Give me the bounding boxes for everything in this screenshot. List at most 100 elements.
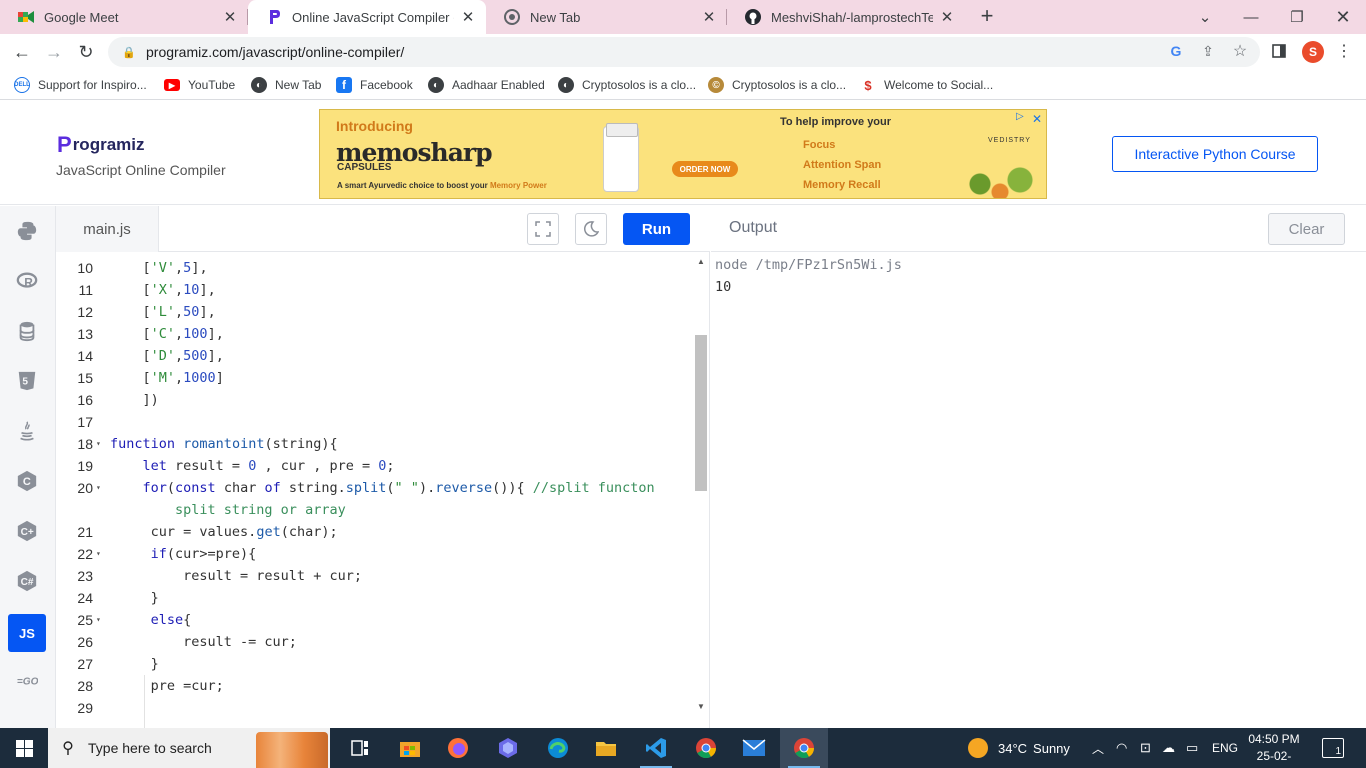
windows-start-icon[interactable] bbox=[0, 728, 48, 768]
cpp-icon[interactable]: C+ bbox=[8, 512, 46, 550]
fold-arrow-icon[interactable]: ▾ bbox=[96, 609, 101, 631]
code-line[interactable]: split string or array bbox=[56, 499, 696, 521]
js-icon[interactable]: JS bbox=[8, 614, 46, 652]
programiz-logo[interactable]: P rogramiz bbox=[57, 132, 144, 158]
code-line[interactable]: 17 bbox=[56, 411, 696, 433]
taskbar-search-box[interactable]: ⚲ Type here to search bbox=[48, 728, 330, 768]
code-line[interactable]: 12 ['L',50], bbox=[56, 301, 696, 323]
google-translate-icon[interactable]: G bbox=[1167, 42, 1185, 60]
code-line[interactable]: 11 ['X',10], bbox=[56, 279, 696, 301]
tab-google-meet[interactable]: Google Meet ✕ bbox=[0, 0, 248, 34]
code-line[interactable]: 14 ['D',500], bbox=[56, 345, 696, 367]
java-icon[interactable] bbox=[8, 412, 46, 450]
ad-order-button[interactable]: ORDER NOW bbox=[672, 161, 738, 177]
code-line[interactable]: 26 result -= cur; bbox=[56, 631, 696, 653]
bookmark-item[interactable]: ◐ Cryptosolos is a clo... bbox=[558, 76, 696, 94]
share-icon[interactable]: ⇪ bbox=[1199, 42, 1217, 60]
code-editor[interactable]: 10 ['V',5], 11 ['X',10], 12 ['L',50], 13 ['… bbox=[56, 252, 710, 728]
microsoft-store-icon[interactable] bbox=[386, 728, 434, 768]
file-tab-main-js[interactable]: main.js bbox=[56, 206, 159, 252]
clock[interactable]: 04:50 PM 25-02-2023 bbox=[1244, 731, 1304, 768]
back-arrow-icon[interactable]: ← bbox=[8, 38, 36, 66]
run-button[interactable]: Run bbox=[623, 213, 690, 245]
fullscreen-icon[interactable] bbox=[527, 213, 559, 245]
battery-icon[interactable]: ▭ bbox=[1186, 728, 1198, 768]
code-line[interactable]: 20 ▾ for(const char of string.split(" ").… bbox=[56, 477, 696, 499]
interactive-python-course-button[interactable]: Interactive Python Course bbox=[1112, 136, 1318, 172]
profile-avatar[interactable]: S bbox=[1302, 41, 1324, 63]
bookmark-item[interactable]: DELL Support for Inspiro... bbox=[14, 76, 147, 94]
code-line[interactable]: 27 } bbox=[56, 653, 696, 675]
code-line[interactable]: 10 ['V',5], bbox=[56, 257, 696, 279]
minimize-icon[interactable]: — bbox=[1228, 0, 1274, 34]
forward-arrow-icon[interactable]: → bbox=[40, 38, 68, 66]
csharp-icon[interactable]: C# bbox=[8, 562, 46, 600]
advertisement-banner[interactable]: Introducing memosharp CAPSULES A smart A… bbox=[319, 109, 1047, 199]
fold-arrow-icon[interactable]: ▾ bbox=[96, 477, 101, 499]
adchoices-icon[interactable]: ▷ bbox=[1016, 111, 1024, 122]
scroll-up-arrow-icon[interactable]: ▲ bbox=[696, 257, 706, 266]
code-line[interactable]: 16 ]) bbox=[56, 389, 696, 411]
clear-button[interactable]: Clear bbox=[1268, 213, 1345, 245]
code-line[interactable]: 15 ['M',1000] bbox=[56, 367, 696, 389]
network-icon[interactable]: ◠ bbox=[1116, 728, 1127, 768]
task-view-icon[interactable] bbox=[336, 728, 384, 768]
kebab-menu-icon[interactable]: ⋮ bbox=[1335, 42, 1353, 60]
copilot-app-icon[interactable] bbox=[484, 728, 532, 768]
code-line[interactable]: 29 bbox=[56, 697, 696, 719]
tab-search-chevron-icon[interactable]: ⌄ bbox=[1182, 0, 1228, 34]
meet-now-icon[interactable]: ⊡ bbox=[1140, 728, 1151, 768]
restore-icon[interactable]: ❐ bbox=[1274, 0, 1320, 34]
code-line[interactable]: 28 pre =cur; bbox=[56, 675, 696, 697]
tab-online-compiler[interactable]: Online JavaScript Compiler (Editor) ✕ bbox=[248, 0, 486, 34]
bookmark-item[interactable]: ◐ New Tab bbox=[251, 76, 321, 94]
onedrive-cloud-icon[interactable]: ☁ bbox=[1162, 728, 1175, 768]
r-icon[interactable]: R bbox=[8, 262, 46, 300]
reload-icon[interactable]: ↻ bbox=[72, 38, 100, 66]
bookmark-item[interactable]: $ Welcome to Social... bbox=[860, 76, 993, 94]
edge-icon[interactable] bbox=[534, 728, 582, 768]
weather-widget[interactable]: 34°C Sunny bbox=[968, 728, 1070, 768]
input-language[interactable]: ENG bbox=[1212, 728, 1238, 768]
tab-github[interactable]: MeshviShah/-lamprostechTest-M ✕ bbox=[727, 0, 965, 34]
code-line[interactable]: 13 ['C',100], bbox=[56, 323, 696, 345]
chrome-active-window-icon[interactable] bbox=[780, 728, 828, 768]
code-line[interactable]: 18 ▾ function romantoint(string){ bbox=[56, 433, 696, 455]
c-icon[interactable]: C bbox=[8, 462, 46, 500]
code-line[interactable]: 22 ▾ if(cur>=pre){ bbox=[56, 543, 696, 565]
close-window-icon[interactable]: ✕ bbox=[1320, 0, 1366, 34]
code-line[interactable]: 21 cur = values.get(char); bbox=[56, 521, 696, 543]
firefox-icon[interactable] bbox=[434, 728, 482, 768]
mail-icon[interactable] bbox=[730, 728, 778, 768]
editor-scrollbar-thumb[interactable] bbox=[695, 335, 707, 491]
fold-arrow-icon[interactable]: ▾ bbox=[96, 543, 101, 565]
bookmark-star-icon[interactable]: ☆ bbox=[1231, 42, 1249, 60]
go-icon[interactable]: =GO bbox=[8, 662, 46, 700]
file-explorer-icon[interactable] bbox=[582, 728, 630, 768]
vscode-icon[interactable] bbox=[632, 728, 680, 768]
close-tab-icon[interactable]: ✕ bbox=[701, 9, 717, 26]
html-icon[interactable]: 5 bbox=[8, 362, 46, 400]
close-tab-icon[interactable]: ✕ bbox=[939, 9, 955, 26]
close-tab-icon[interactable]: ✕ bbox=[460, 9, 476, 26]
code-line[interactable]: 24 } bbox=[56, 587, 696, 609]
tab-new-tab[interactable]: New Tab ✕ bbox=[486, 0, 727, 34]
fold-arrow-icon[interactable]: ▾ bbox=[96, 433, 101, 455]
notification-center-icon[interactable]: 1 bbox=[1322, 738, 1344, 758]
chrome-icon[interactable] bbox=[682, 728, 730, 768]
dark-mode-moon-icon[interactable] bbox=[575, 213, 607, 245]
code-line[interactable]: 25 ▾ else{ bbox=[56, 609, 696, 631]
side-panel-icon[interactable] bbox=[1270, 42, 1288, 60]
show-hidden-icons-chevron-icon[interactable]: ︿ bbox=[1092, 728, 1104, 768]
code-line[interactable]: 19 let result = 0 , cur , pre = 0; bbox=[56, 455, 696, 477]
close-tab-icon[interactable]: ✕ bbox=[222, 9, 238, 26]
bookmark-item[interactable]: ▶ YouTube bbox=[164, 76, 235, 94]
address-bar[interactable]: 🔒 programiz.com/javascript/online-compil… bbox=[108, 37, 1260, 67]
bookmark-item[interactable]: f Facebook bbox=[336, 76, 413, 94]
new-tab-button[interactable]: + bbox=[976, 5, 998, 28]
bookmark-item[interactable]: ◐ Aadhaar Enabled bbox=[428, 76, 545, 94]
bookmark-item[interactable]: © Cryptosolos is a clo... bbox=[708, 76, 846, 94]
scroll-down-arrow-icon[interactable]: ▼ bbox=[696, 702, 706, 711]
sql-icon[interactable] bbox=[8, 312, 46, 350]
python-icon[interactable] bbox=[8, 212, 46, 250]
